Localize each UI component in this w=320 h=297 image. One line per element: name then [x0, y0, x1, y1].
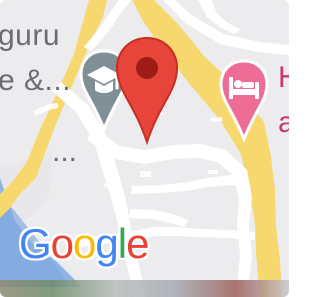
google-logo-e: e	[126, 220, 149, 267]
google-logo-o1: o	[50, 220, 74, 267]
google-logo-l: l	[117, 220, 127, 267]
google-logo-o2: o	[73, 220, 96, 267]
place-label-top[interactable]: guru	[0, 18, 60, 54]
hotel-label-bottom[interactable]: a	[278, 105, 289, 141]
google-logo-g: G	[19, 220, 52, 267]
map-bottom-strip	[0, 280, 289, 297]
google-logo-g2: g	[95, 220, 118, 267]
place-label-bottom[interactable]: e &...	[0, 63, 71, 99]
google-logo: Google	[19, 220, 149, 268]
map-pin-icon[interactable]	[112, 35, 182, 145]
hotel-label-top[interactable]: H	[278, 60, 289, 96]
hotel-icon[interactable]	[218, 58, 270, 142]
place-label-partial[interactable]: ...	[52, 134, 77, 170]
map-widget[interactable]: guru e &... ... H a Google	[0, 0, 289, 297]
